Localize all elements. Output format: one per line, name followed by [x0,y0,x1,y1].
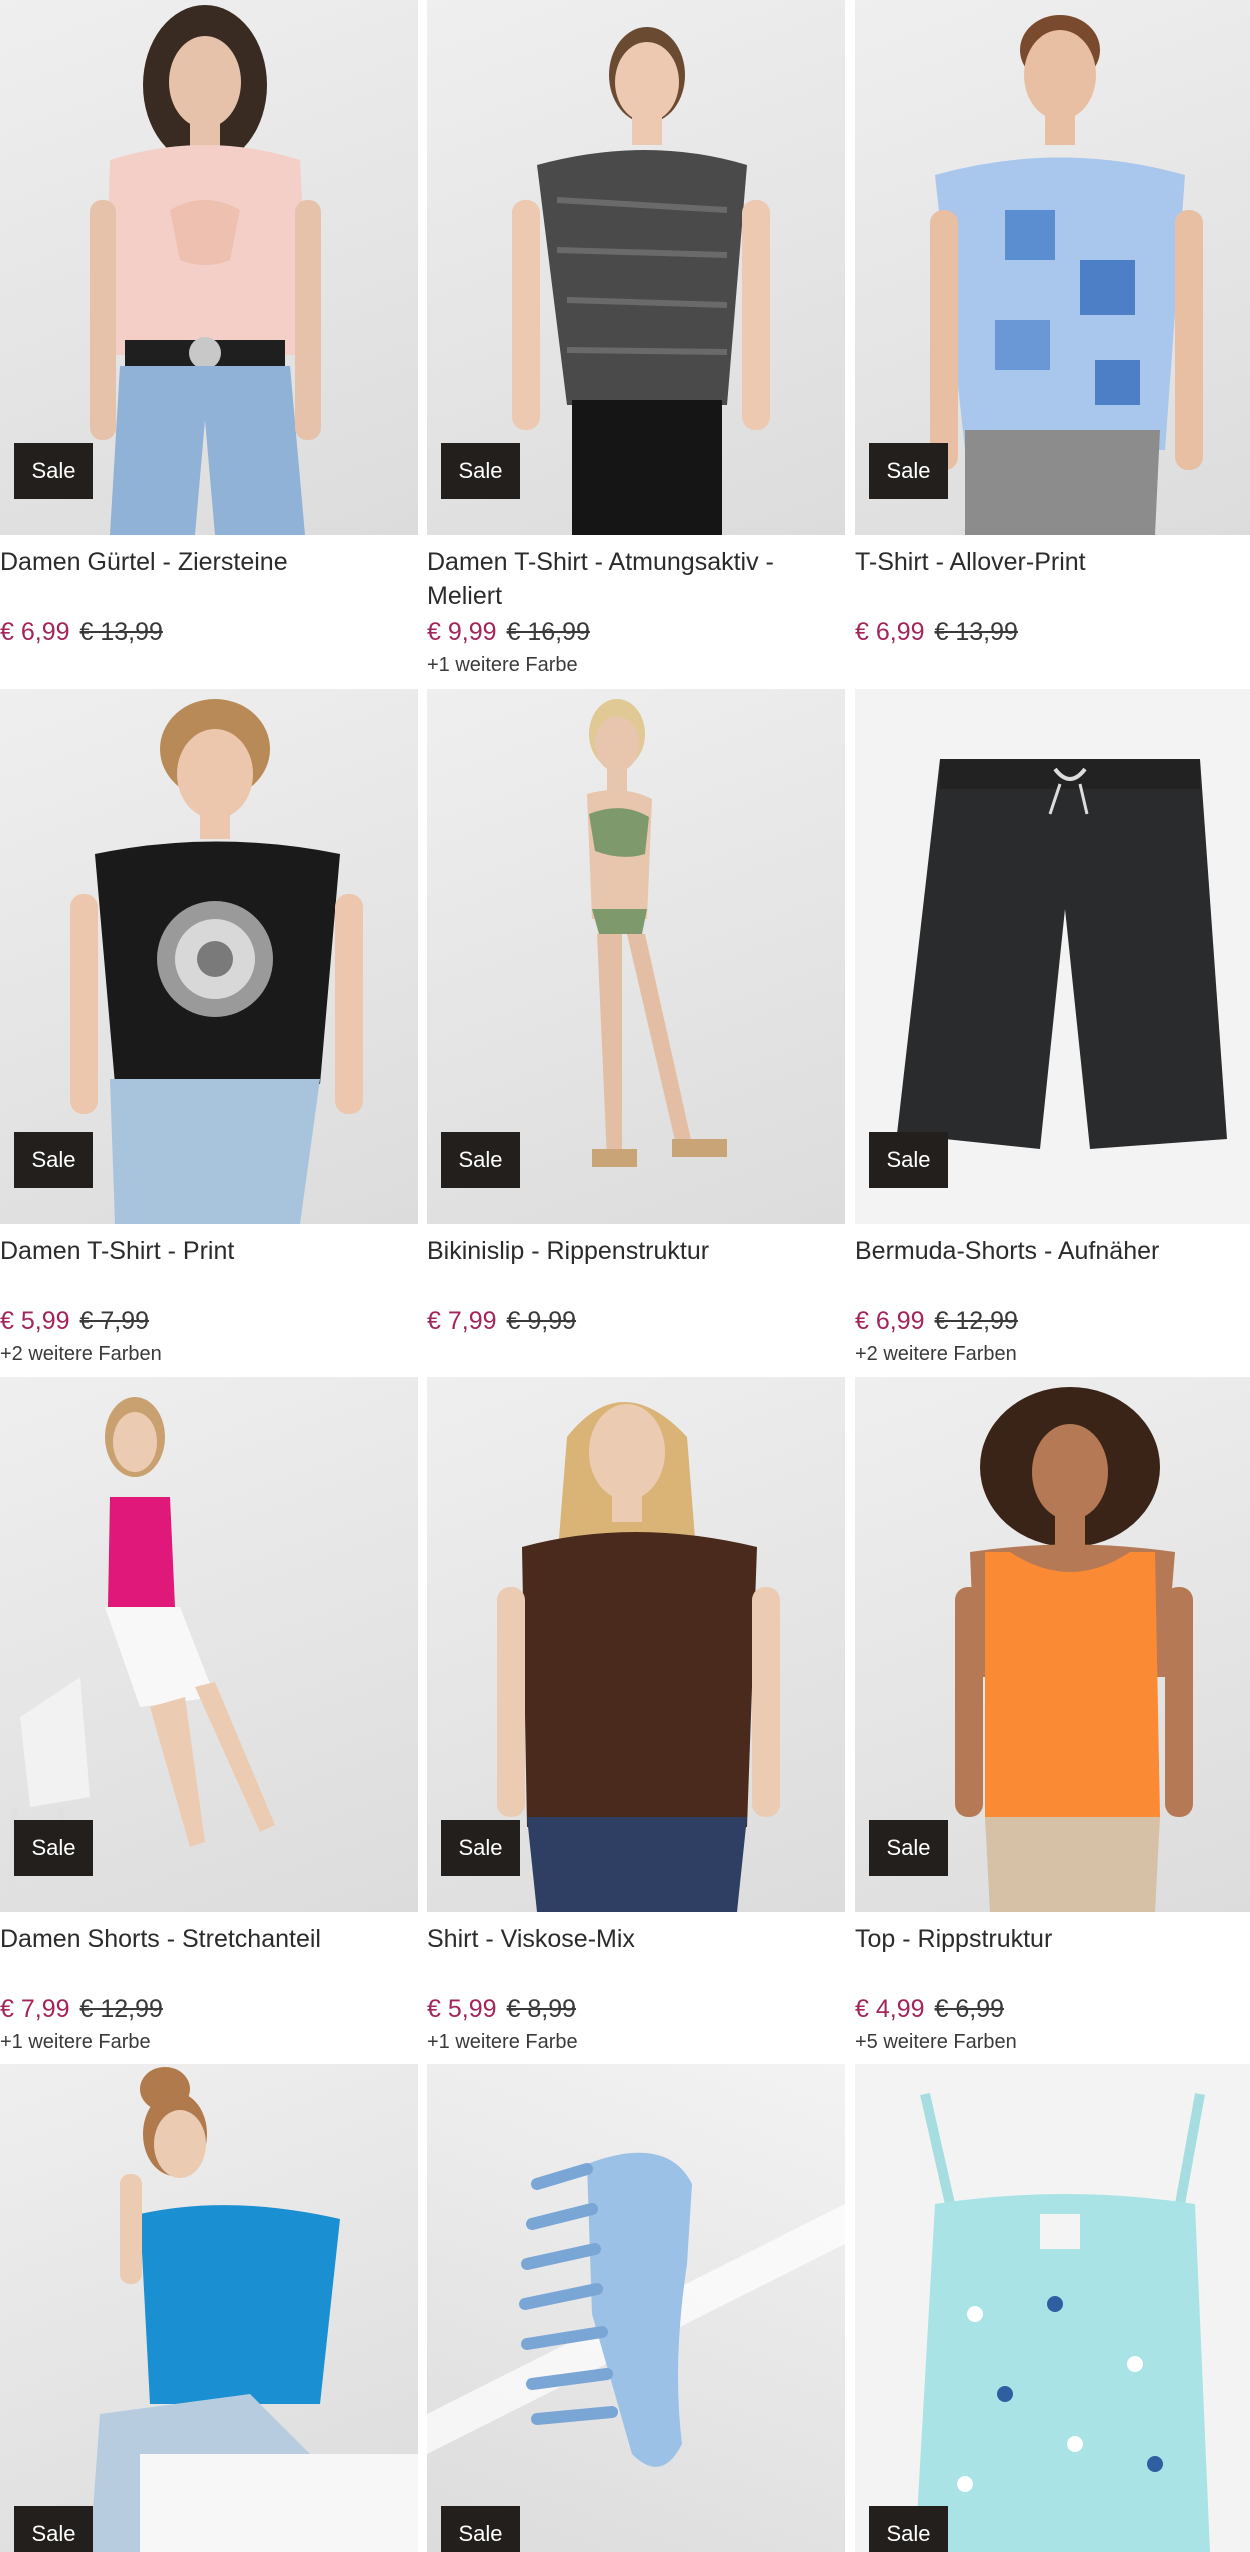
sale-badge: Sale [869,2506,948,2552]
product-title[interactable]: Top - Rippstruktur [855,1922,1250,1990]
product-prices: € 6,99 € 13,99 [0,617,418,649]
sale-price: € 7,99 [427,1307,497,1335]
sale-badge: Sale [869,1820,948,1876]
product-image[interactable]: Sale [427,1377,845,1912]
product-card[interactable]: Sale [0,2064,418,2552]
product-grid: Sale Damen Gürtel - Ziersteine € 6,99 € 1… [0,0,1250,2552]
product-title[interactable]: Damen T-Shirt - Atmungsaktiv - Meliert [427,545,845,613]
product-image[interactable]: Sale [427,2064,845,2552]
product-title[interactable]: Bikinislip - Rippenstruktur [427,1234,845,1302]
product-image[interactable]: Sale [0,689,418,1224]
original-price: € 13,99 [934,618,1018,646]
more-colors[interactable]: +1 weitere Farbe [427,653,845,679]
product-title[interactable]: Damen Shorts - Stretchanteil [0,1922,418,1990]
product-title[interactable]: Damen T-Shirt - Print [0,1234,418,1302]
sale-price: € 7,99 [0,1995,70,2023]
sale-badge: Sale [14,1820,93,1876]
sale-badge: Sale [441,443,520,499]
sale-price: € 9,99 [427,618,497,646]
product-card[interactable]: Sale Damen T-Shirt - Atmungsaktiv - Meli… [427,0,845,679]
product-image[interactable]: Sale [0,2064,418,2552]
sale-price: € 5,99 [0,1307,70,1335]
sale-badge: Sale [14,2506,93,2552]
product-image[interactable]: Sale [855,689,1250,1224]
original-price: € 13,99 [79,618,163,646]
sale-price: € 6,99 [0,618,70,646]
product-card[interactable]: Sale Shirt - Viskose-Mix € 5,99 € 8,99 +1… [427,1377,845,2056]
product-prices: € 7,99 € 9,99 [427,1306,845,1338]
more-colors[interactable]: +2 weitere Farben [0,1342,418,1368]
product-prices: € 5,99 € 7,99 [0,1306,418,1338]
original-price: € 6,99 [934,1995,1005,2023]
original-price: € 9,99 [506,1307,577,1335]
product-prices: € 7,99 € 12,99 [0,1994,418,2026]
original-price: € 12,99 [934,1307,1018,1335]
product-card[interactable]: Sale [427,2064,845,2552]
product-prices: € 6,99 € 13,99 [855,617,1250,649]
product-image[interactable]: Sale [0,1377,418,1912]
original-price: € 7,99 [79,1307,150,1335]
sale-price: € 6,99 [855,618,925,646]
more-colors[interactable]: +5 weitere Farben [855,2030,1250,2056]
product-card[interactable]: Sale Damen T-Shirt - Print € 5,99 € 7,99 … [0,689,418,1368]
sale-price: € 6,99 [855,1307,925,1335]
product-prices: € 5,99 € 8,99 [427,1994,845,2026]
more-colors[interactable]: +1 weitere Farbe [0,2030,418,2056]
product-title[interactable]: Damen Gürtel - Ziersteine [0,545,418,613]
product-card[interactable]: Sale Bermuda-Shorts - Aufnäher € 6,99 € 1… [855,689,1250,1368]
product-title[interactable]: T-Shirt - Allover-Print [855,545,1250,613]
product-card[interactable]: Sale [855,2064,1250,2552]
product-title[interactable]: Shirt - Viskose-Mix [427,1922,845,1990]
more-colors[interactable]: +2 weitere Farben [855,1342,1250,1368]
more-colors[interactable]: +1 weitere Farbe [427,2030,845,2056]
product-title[interactable]: Bermuda-Shorts - Aufnäher [855,1234,1250,1302]
original-price: € 8,99 [506,1995,577,2023]
product-image[interactable]: Sale [855,1377,1250,1912]
sale-badge: Sale [441,1820,520,1876]
sale-badge: Sale [869,1132,948,1188]
sale-price: € 4,99 [855,1995,925,2023]
product-card[interactable]: Sale Damen Gürtel - Ziersteine € 6,99 € 1… [0,0,418,649]
product-image[interactable]: Sale [0,0,418,535]
product-card[interactable]: Sale Top - Rippstruktur € 4,99 € 6,99 +5 … [855,1377,1250,2056]
product-card[interactable]: Sale Bikinislip - Rippenstruktur € 7,99 €… [427,689,845,1338]
sale-badge: Sale [441,2506,520,2552]
product-image[interactable]: Sale [427,689,845,1224]
original-price: € 12,99 [79,1995,163,2023]
product-card[interactable]: Sale T-Shirt - Allover-Print € 6,99 € 13,… [855,0,1250,649]
sale-price: € 5,99 [427,1995,497,2023]
product-prices: € 6,99 € 12,99 [855,1306,1250,1338]
product-prices: € 4,99 € 6,99 [855,1994,1250,2026]
product-image[interactable]: Sale [427,0,845,535]
sale-badge: Sale [14,443,93,499]
product-image[interactable]: Sale [855,0,1250,535]
sale-badge: Sale [869,443,948,499]
product-prices: € 9,99 € 16,99 [427,617,845,649]
product-card[interactable]: Sale Damen Shorts - Stretchanteil € 7,99… [0,1377,418,2056]
sale-badge: Sale [14,1132,93,1188]
product-image[interactable]: Sale [855,2064,1250,2552]
sale-badge: Sale [441,1132,520,1188]
original-price: € 16,99 [506,618,590,646]
